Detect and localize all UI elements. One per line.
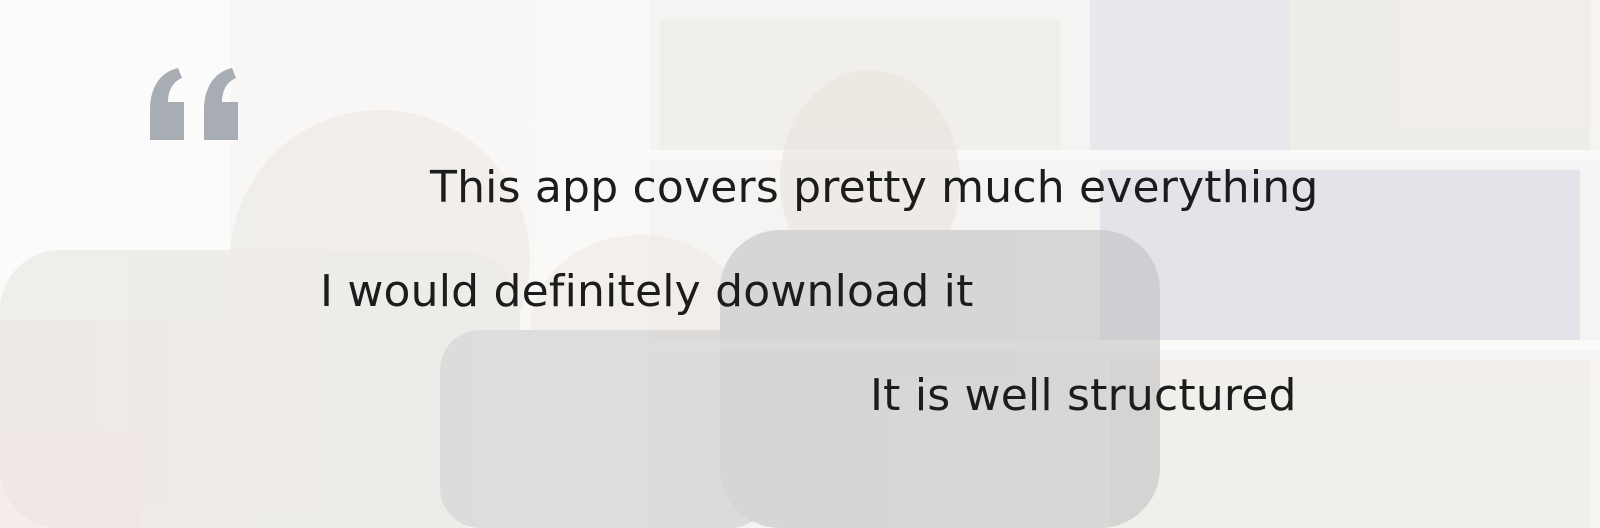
testimonial-line-2: I would definitely download it xyxy=(320,266,974,317)
testimonial-banner: This app covers pretty much everything I… xyxy=(0,0,1600,528)
testimonial-line-1: This app covers pretty much everything xyxy=(430,162,1319,213)
testimonial-line-3: It is well structured xyxy=(870,370,1297,421)
quotation-mark-icon xyxy=(150,68,238,140)
